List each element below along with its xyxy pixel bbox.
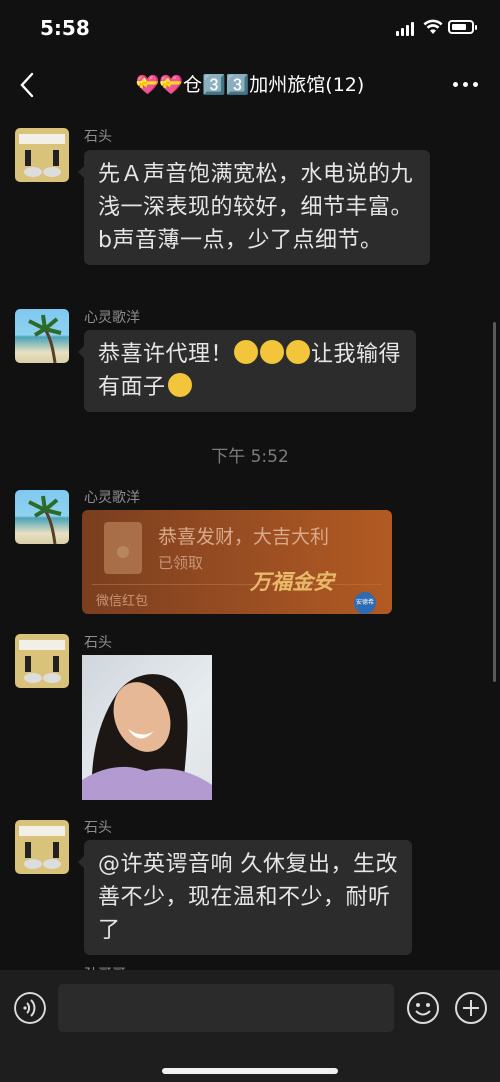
sender-name: 心灵歌洋 xyxy=(84,310,140,326)
message-input[interactable] xyxy=(58,984,394,1032)
scrollbar[interactable] xyxy=(493,322,496,682)
cellular-signal-icon xyxy=(396,22,416,36)
kiss-face-icon xyxy=(286,340,311,364)
battery-icon xyxy=(448,20,477,34)
message-bubble[interactable]: @许英谔音响 久休复出，生改善不少，现在温和不少，耐听了 xyxy=(78,840,412,955)
message-bubble[interactable]: 先Ａ声音饱满宽松，水电说的九浅一深表现的较好，细节丰富。b声音薄一点，少了点细节… xyxy=(78,150,430,265)
home-indicator[interactable] xyxy=(162,1068,338,1074)
time-divider: 下午 5:52 xyxy=(211,447,289,467)
red-envelope-icon xyxy=(104,522,142,574)
input-bar xyxy=(0,970,500,1082)
message-photo[interactable] xyxy=(82,655,212,800)
sender-name: 石头 xyxy=(84,820,112,836)
avatar[interactable] xyxy=(15,634,69,688)
laughing-tears-icon xyxy=(167,373,192,397)
chat-header: 💝💝仓3️⃣3️⃣加州旅馆(12) xyxy=(0,60,500,110)
thumbs-up-icon xyxy=(234,340,259,364)
red-packet-card[interactable]: 恭喜发财，大吉大利 已领取 微信红包 万福金安 安德希 xyxy=(82,510,392,614)
packet-badge: 安德希 xyxy=(354,592,376,614)
clapping-hands-icon xyxy=(260,340,285,364)
status-time: 5:58 xyxy=(40,16,90,40)
emoji-icon[interactable] xyxy=(407,992,439,1024)
avatar[interactable] xyxy=(15,309,69,363)
packet-brand: 万福金安 xyxy=(250,569,334,594)
avatar[interactable] xyxy=(15,490,69,544)
sender-name: 心灵歌洋 xyxy=(84,490,140,506)
more-options-icon[interactable] xyxy=(453,82,478,87)
voice-input-icon[interactable] xyxy=(14,992,46,1024)
add-icon[interactable] xyxy=(455,992,487,1024)
packet-title: 恭喜发财，大吉大利 xyxy=(158,526,330,548)
message-bubble[interactable]: 恭喜许代理！ 让我输得有面子 xyxy=(78,330,416,412)
avatar[interactable] xyxy=(15,128,69,182)
sender-name: 石头 xyxy=(84,129,112,145)
message-text: 恭喜许代理！ xyxy=(98,342,234,367)
packet-status: 已领取 xyxy=(158,554,204,572)
avatar[interactable] xyxy=(15,820,69,874)
chat-title[interactable]: 💝💝仓3️⃣3️⃣加州旅馆(12) xyxy=(0,70,500,97)
packet-divider xyxy=(92,584,382,585)
wifi-icon xyxy=(423,19,443,34)
packet-footer: 微信红包 xyxy=(96,594,149,609)
status-bar: 5:58 xyxy=(0,0,500,60)
sender-name: 石头 xyxy=(84,635,112,651)
